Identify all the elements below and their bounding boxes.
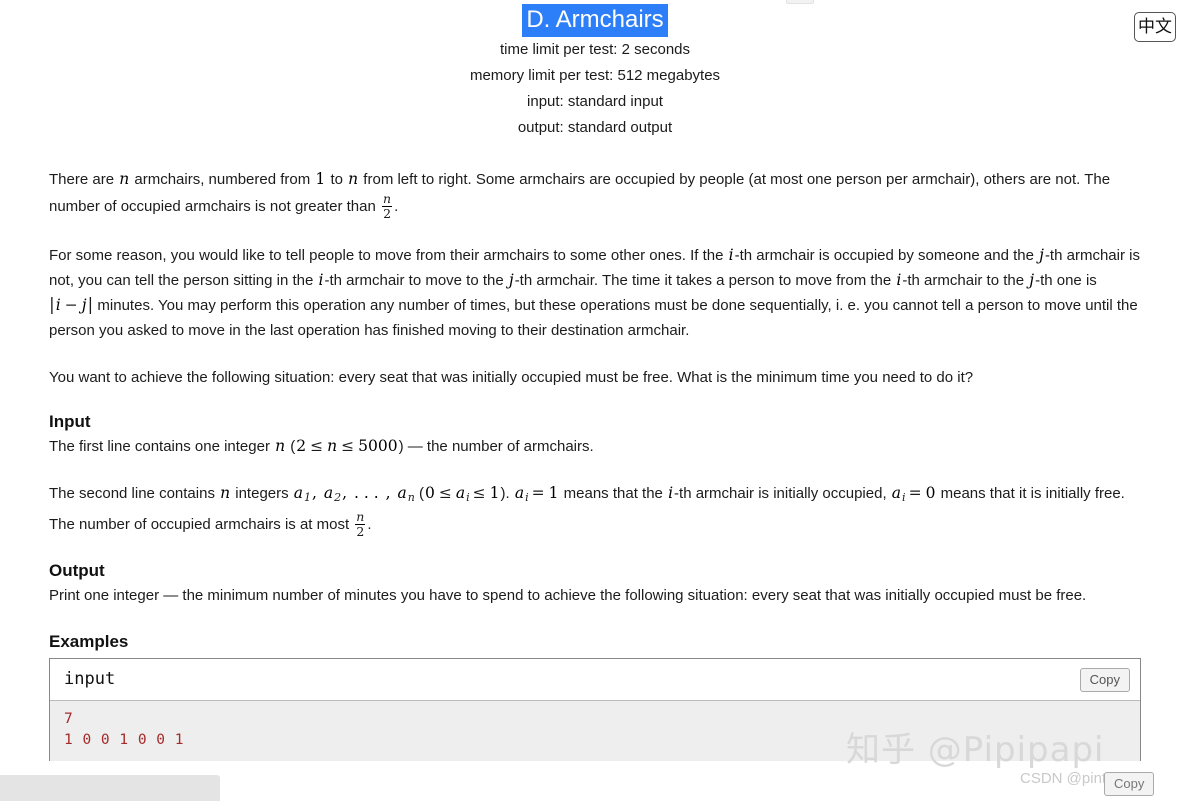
copy-output-button[interactable]: Copy: [1104, 772, 1155, 796]
math-minus: −: [64, 296, 78, 315]
page-title: D. Armchairs: [522, 4, 668, 38]
math-fraction-n-over-2: n2: [382, 191, 393, 222]
horizontal-scrollbar[interactable]: [0, 775, 220, 801]
math-j: j: [508, 271, 514, 290]
text: -th armchair. The time it takes a person…: [514, 272, 896, 290]
math-0: 0: [925, 484, 936, 503]
math-1: 1: [315, 170, 326, 189]
math-i: i: [668, 484, 674, 503]
text: -th one is: [1035, 272, 1097, 290]
math-n: n: [119, 170, 130, 189]
language-toggle-button[interactable]: 中文: [1134, 12, 1176, 42]
text: means that the: [559, 485, 668, 503]
math-5000: 5000: [358, 437, 398, 456]
input-paragraph-1: The first line contains one integer n (2…: [49, 434, 1141, 459]
statement-paragraph-2: For some reason, you would like to tell …: [49, 243, 1141, 343]
statement-paragraph-3: You want to achieve the following situat…: [49, 369, 974, 387]
sample-input-content: 7 1 0 0 1 0 0 1: [50, 701, 1140, 762]
math-n: n: [327, 437, 338, 456]
text: The first line contains one integer: [49, 438, 275, 456]
text: -th armchair to the: [902, 272, 1029, 290]
math-n: n: [275, 437, 286, 456]
copy-input-button[interactable]: Copy: [1079, 668, 1130, 693]
math-j: j: [81, 296, 87, 315]
math-equals: =: [531, 484, 545, 503]
input-paragraph-2: The second line contains n integers a1, …: [49, 481, 1141, 539]
problem-statement: There are n armchairs, numbered from 1 t…: [43, 167, 1147, 762]
text: -th armchair is initially occupied,: [674, 485, 891, 503]
math-leq: ≤: [341, 437, 355, 456]
math-a: a: [323, 484, 334, 503]
math-a: a: [455, 484, 466, 503]
text: (: [286, 438, 296, 456]
output-spec: output: standard output: [517, 119, 673, 137]
statement-paragraph-1: There are n armchairs, numbered from 1 t…: [49, 167, 1141, 221]
problem-header: D. Armchairs time limit per test: 2 seco…: [0, 0, 1190, 141]
text: integers: [231, 485, 293, 503]
input-section: Input The first line contains one intege…: [49, 412, 1141, 539]
examples-heading: Examples: [49, 632, 129, 652]
math-n: n: [220, 484, 231, 503]
page-title-wrap: D. Armchairs: [0, 4, 1190, 38]
partial-top-element: [786, 0, 814, 4]
output-section: Output Print one integer — the minimum n…: [49, 561, 1141, 608]
output-paragraph-1: Print one integer — the minimum number o…: [49, 587, 1087, 605]
input-heading: Input: [49, 412, 91, 432]
math-n: n: [348, 170, 359, 189]
time-limit: time limit per test: 2 seconds: [499, 41, 691, 59]
text: -th armchair to move to the: [324, 272, 508, 290]
sample-input-label: input: [50, 659, 1140, 702]
math-subscript-n: n: [407, 491, 415, 505]
math-fraction-n-over-2: n2: [355, 509, 366, 540]
text: The second line contains: [49, 485, 220, 503]
input-spec: input: standard input: [527, 93, 663, 111]
math-a: a: [891, 484, 902, 503]
math-leq: ≤: [472, 484, 486, 503]
math-a: a: [293, 484, 304, 503]
sample-test-block: input Copy 7 1 0 0 1 0 0 1: [49, 658, 1141, 762]
math-abs-open: |: [49, 295, 55, 316]
math-0: 0: [424, 484, 435, 503]
math-1: 1: [548, 484, 559, 503]
math-comma: ,: [385, 484, 396, 503]
math-2: 2: [296, 437, 307, 456]
memory-limit: memory limit per test: 512 megabytes: [469, 67, 721, 85]
text: ).: [500, 485, 514, 503]
math-j: j: [1039, 246, 1044, 265]
math-comma: ,: [342, 484, 353, 503]
output-heading: Output: [49, 561, 105, 581]
text: .: [367, 516, 372, 534]
text: For some reason, you would like to tell …: [49, 247, 728, 265]
text: to: [326, 171, 348, 189]
math-i: i: [55, 296, 61, 315]
math-i: i: [728, 246, 734, 265]
math-a: a: [397, 484, 407, 503]
math-leq: ≤: [438, 484, 452, 503]
math-subscript-1: 1: [304, 491, 312, 505]
text: There are: [49, 171, 119, 189]
text: -th armchair is occupied by someone and …: [734, 247, 1039, 265]
text: (: [414, 485, 424, 503]
math-leq: ≤: [310, 437, 324, 456]
math-equals: =: [908, 484, 922, 503]
text: armchairs, numbered from: [130, 171, 315, 189]
text: ) — the number of armchairs.: [398, 438, 594, 456]
math-ellipsis: . . .: [354, 484, 384, 503]
text: minutes. You may perform this operation …: [49, 297, 1138, 340]
math-1: 1: [489, 484, 500, 503]
math-comma: ,: [312, 484, 322, 503]
math-a: a: [514, 484, 525, 503]
text: .: [394, 198, 399, 216]
